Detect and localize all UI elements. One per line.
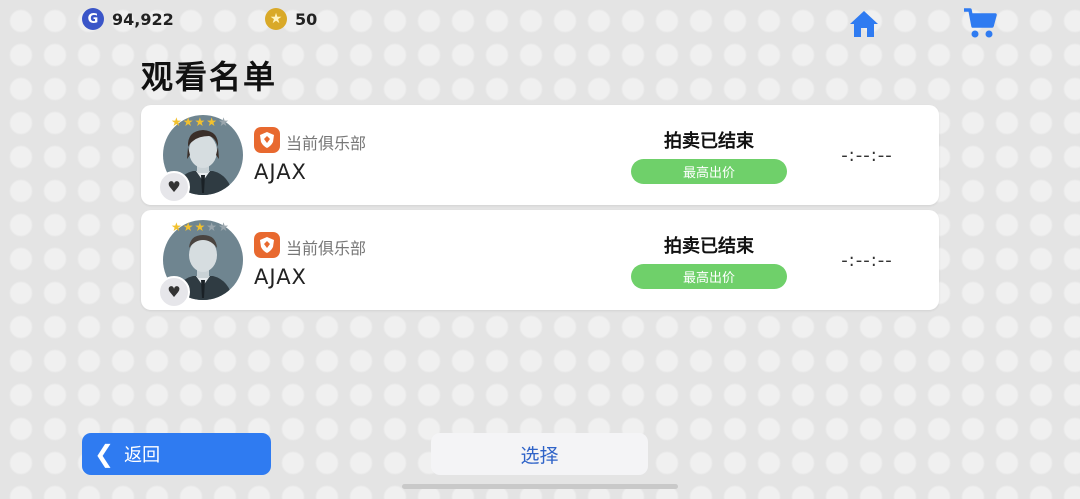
page-title: 观看名单 [141, 58, 278, 96]
star-icon: ★ [182, 115, 194, 129]
star-coin-icon: ★ [265, 8, 287, 30]
club-badge-icon [254, 127, 280, 153]
star-icon: ★ [182, 220, 194, 234]
star-icon: ★ [171, 115, 182, 129]
heart-icon: ♥ [167, 178, 181, 196]
gp-coin-icon: G [82, 8, 104, 30]
star-icon: ★ [194, 220, 206, 234]
select-button-label: 选择 [520, 444, 559, 467]
back-button-label: 返回 [124, 445, 161, 466]
watchlist-card[interactable]: ★ ★ ★ ★ ★ ♥ 当前俱乐部 AJAX 拍卖已结束 最高出价 -:--:-- [141, 210, 939, 310]
auction-status: 拍卖已结束 [664, 236, 754, 257]
rating-stars: ★ ★ ★ ★ ★ [171, 220, 229, 234]
auction-timer: -:--:-- [841, 145, 893, 166]
club-label: 当前俱乐部 [286, 239, 367, 258]
auction-status: 拍卖已结束 [664, 131, 754, 152]
club-badge-icon [254, 232, 280, 258]
star-icon: ★ [218, 220, 229, 234]
home-icon [850, 11, 878, 37]
coin-balance: ★ 50 [265, 8, 317, 30]
highest-bid-badge: 最高出价 [631, 264, 787, 289]
coin-value: 50 [295, 9, 318, 29]
club-label: 当前俱乐部 [286, 134, 367, 153]
watchlist-card[interactable]: ★ ★ ★ ★ ★ ♥ 当前俱乐部 AJAX 拍卖已结束 最高出价 -:--:-- [141, 105, 939, 205]
star-icon: ★ [206, 115, 218, 129]
club-name: AJAX [254, 160, 307, 184]
gp-balance: G 94,922 [82, 8, 174, 30]
star-icon: ★ [206, 220, 218, 234]
back-button[interactable]: ❮ 返回 [82, 433, 271, 475]
club-name: AJAX [254, 265, 307, 289]
home-indicator[interactable] [402, 484, 678, 489]
highest-bid-badge: 最高出价 [631, 159, 787, 184]
gp-value: 94,922 [112, 9, 174, 29]
rating-stars: ★ ★ ★ ★ ★ [171, 115, 229, 129]
select-button[interactable]: 选择 [431, 433, 648, 475]
chevron-left-icon: ❮ [94, 440, 115, 468]
cart-button[interactable] [962, 6, 998, 42]
star-icon: ★ [194, 115, 206, 129]
heart-icon: ♥ [167, 283, 181, 301]
favorite-button[interactable]: ♥ [158, 276, 190, 308]
auction-timer: -:--:-- [841, 250, 893, 271]
home-button[interactable] [846, 6, 882, 42]
star-icon: ★ [218, 115, 229, 129]
cart-icon [964, 8, 997, 38]
star-icon: ★ [171, 220, 182, 234]
favorite-button[interactable]: ♥ [158, 171, 190, 203]
